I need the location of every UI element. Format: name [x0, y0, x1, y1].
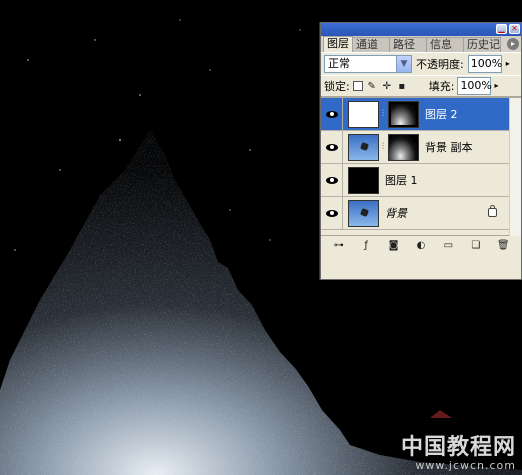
layer-row[interactable]: ⫶ 背景 副本 — [321, 130, 521, 164]
blend-mode-value: 正常 — [328, 57, 350, 70]
lock-transparency-icon[interactable] — [352, 81, 363, 91]
visibility-eye-icon[interactable] — [321, 163, 343, 197]
layer-row[interactable]: 背景 — [321, 196, 521, 230]
visibility-eye-icon[interactable] — [321, 97, 343, 131]
minimize-icon[interactable]: ▁ — [496, 24, 507, 34]
panel-menu-icon[interactable]: ▸ — [507, 38, 519, 50]
layers-scrollbar[interactable] — [509, 98, 521, 236]
layers-toolbar: ⊶ ƒ ◙ ◐ ▭ ❏ 🗑 — [321, 235, 521, 255]
watermark-url: www.jcwcn.com — [415, 459, 516, 472]
fx-icon[interactable]: ƒ — [359, 240, 373, 252]
tab-channels[interactable]: 通道 — [352, 37, 390, 52]
opacity-label: 不透明度: — [416, 58, 464, 71]
visibility-eye-icon[interactable] — [321, 130, 343, 164]
lock-move-icon[interactable]: ✛ — [381, 80, 393, 92]
tab-info[interactable]: 信息 — [426, 37, 464, 52]
link-icon[interactable]: ⊶ — [332, 240, 346, 252]
watermark: 中国教程网 www.jcwcn.com — [401, 436, 516, 471]
lock-icon — [488, 205, 497, 217]
tab-history[interactable]: 历史记录 — [463, 37, 501, 52]
lock-row: 锁定: ✎ ✛ ▪ 填充: 100% ▸ — [321, 75, 521, 97]
blend-mode-select[interactable]: 正常 ▼ — [324, 55, 412, 73]
layer-mask-thumbnail[interactable] — [388, 133, 419, 161]
layer-mask-thumbnail[interactable] — [388, 100, 419, 128]
layer-thumbnail[interactable] — [348, 166, 379, 194]
opacity-input[interactable]: 100% — [467, 55, 502, 73]
tab-layers[interactable]: 图层 — [323, 36, 353, 52]
watermark-text: 中国教程网 — [400, 434, 516, 460]
trash-icon[interactable]: 🗑 — [496, 240, 510, 252]
panel-titlebar[interactable]: ▁ ✕ — [321, 23, 521, 36]
close-icon[interactable]: ✕ — [509, 24, 520, 34]
lock-all-icon[interactable]: ▪ — [396, 80, 408, 92]
layer-row[interactable]: ⫶ 图层 2 — [321, 97, 521, 131]
new-layer-icon[interactable]: ❏ — [469, 240, 483, 252]
layer-thumbnail[interactable] — [348, 199, 379, 227]
mask-link-icon[interactable]: ⫶ — [379, 109, 387, 119]
lock-label: 锁定: — [324, 80, 350, 93]
layers-panel: ▁ ✕ 图层 通道 路径 信息 历史记录 ▸ 正常 ▼ 不透明度: 100% ▸… — [320, 22, 522, 280]
layer-name: 背景 副本 — [425, 141, 473, 154]
tab-paths[interactable]: 路径 — [389, 37, 427, 52]
fill-label: 填充: — [428, 80, 455, 93]
layers-list: ⫶ 图层 2 ⫶ 背景 副本 图层 1 背景 — [321, 97, 521, 236]
layer-thumbnail[interactable] — [348, 133, 379, 161]
layer-thumbnail[interactable] — [348, 100, 379, 128]
mask-link-icon[interactable]: ⫶ — [379, 142, 387, 152]
opacity-slider-icon[interactable]: ▸ — [506, 55, 515, 73]
panel-tabs: 图层 通道 路径 信息 历史记录 ▸ — [321, 36, 521, 53]
layer-row[interactable]: 图层 1 — [321, 163, 521, 197]
adjustment-icon[interactable]: ◐ — [414, 240, 428, 252]
mask-icon[interactable]: ◙ — [387, 240, 401, 252]
layer-name: 背景 — [385, 207, 407, 220]
lock-brush-icon[interactable]: ✎ — [366, 80, 378, 92]
fill-slider-icon[interactable]: ▸ — [494, 77, 503, 95]
folder-icon[interactable]: ▭ — [441, 240, 455, 252]
fill-input[interactable]: 100% — [457, 77, 492, 95]
chevron-down-icon[interactable]: ▼ — [396, 56, 411, 72]
visibility-eye-icon[interactable] — [321, 196, 343, 230]
layer-name: 图层 1 — [385, 174, 418, 187]
blend-row: 正常 ▼ 不透明度: 100% ▸ — [321, 53, 521, 75]
layer-name: 图层 2 — [425, 108, 458, 121]
